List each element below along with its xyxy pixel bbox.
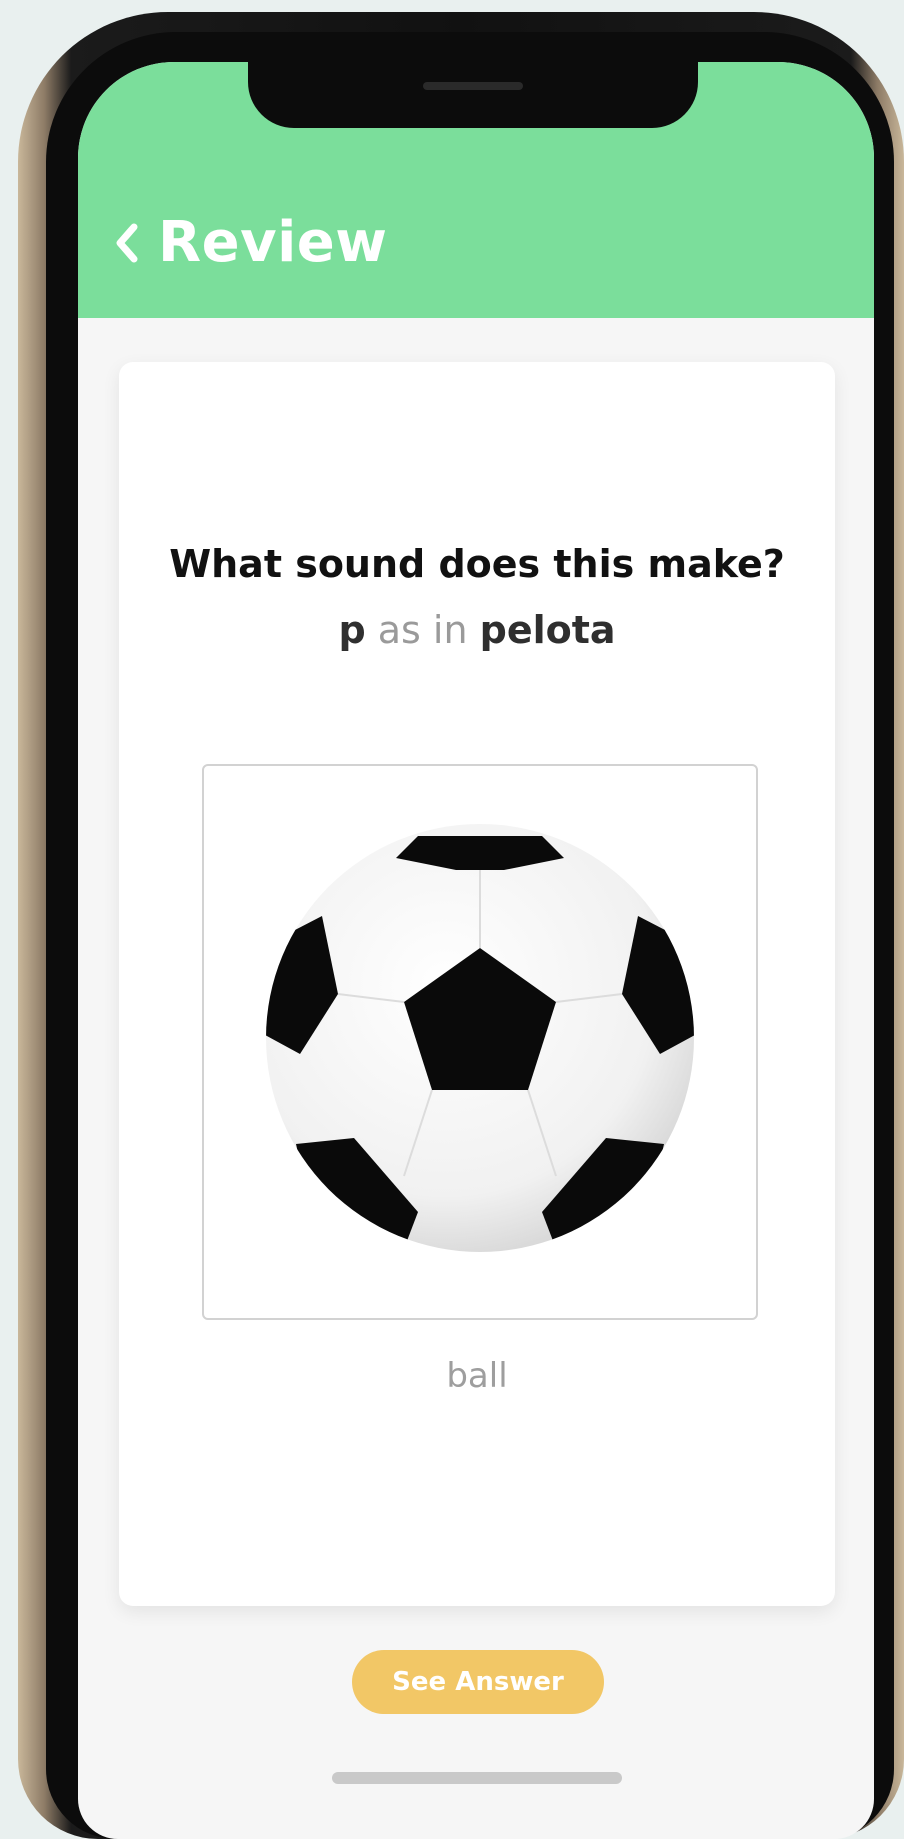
flashcard: What sound does this make? p as in pelot…: [119, 362, 835, 1606]
home-indicator[interactable]: [332, 1772, 622, 1784]
speaker-grille: [423, 82, 523, 90]
connector-text: as in: [377, 608, 468, 652]
sound-example: p as in pelota: [119, 608, 835, 652]
target-letter: p: [338, 608, 366, 652]
soccer-ball-icon: [266, 824, 694, 1252]
see-answer-button[interactable]: See Answer: [352, 1650, 604, 1714]
flashcard-image: [202, 764, 758, 1320]
image-caption: ball: [446, 1356, 508, 1396]
back-button[interactable]: Review: [114, 210, 388, 275]
app-screen: Review What sound does this make? p as i…: [78, 62, 874, 1839]
device-notch: [248, 62, 698, 128]
example-word: pelota: [479, 608, 616, 652]
chevron-left-icon: [114, 222, 140, 264]
question-prompt: What sound does this make?: [169, 542, 785, 586]
back-label: Review: [158, 210, 388, 275]
